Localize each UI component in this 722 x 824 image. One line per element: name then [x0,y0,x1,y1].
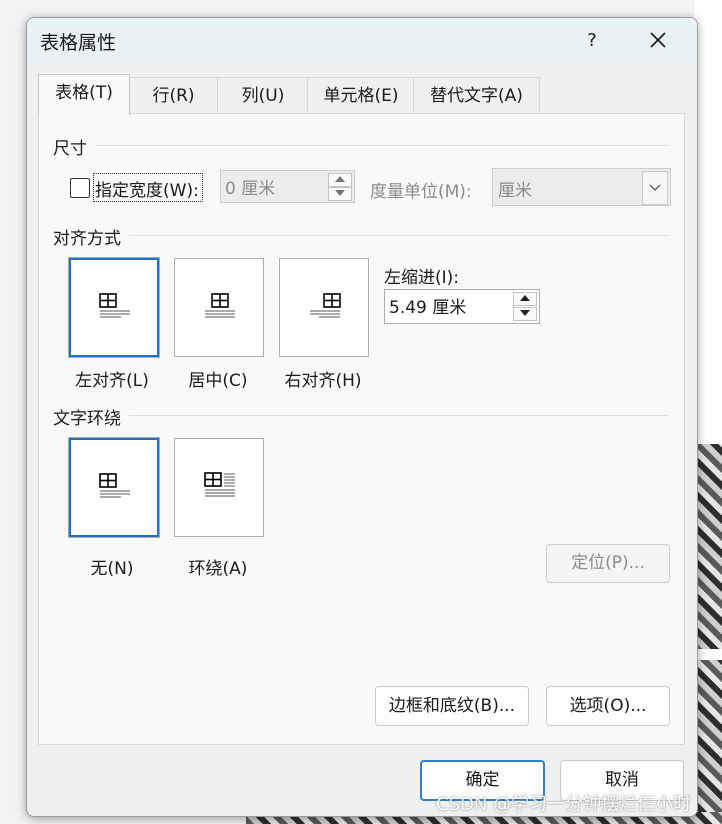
tab-column[interactable]: 列(U) [217,77,309,114]
align-right-icon [310,293,341,318]
unit-combobox[interactable]: 厘米 [492,168,671,206]
align-center-label: 居中(C) [188,371,248,391]
spin-down-button[interactable] [513,307,537,321]
title-bar: 表格属性 ? [27,18,697,64]
align-left-option[interactable] [69,258,159,357]
unit-label: 度量单位(M): [370,182,472,202]
close-button[interactable] [641,27,675,55]
chevron-down-icon [335,190,345,196]
spin-down-button[interactable] [328,187,352,201]
left-indent-spinbox[interactable]: 5.49 厘米 [384,289,540,324]
tab-table[interactable]: 表格(T) [38,74,130,115]
background-image [694,660,722,824]
table-properties-dialog: 表格属性 ? 表格(T) 行(R) 列(U) 单元格(E) 替代文字(A) 尺寸… [26,17,698,817]
close-icon [650,32,666,48]
dialog-title: 表格属性 [40,32,117,54]
wrap-none-option[interactable] [69,438,159,537]
chevron-up-icon [335,176,345,182]
help-button[interactable]: ? [575,27,609,55]
chevron-down-icon [520,310,530,316]
size-section-title: 尺寸 [53,139,87,159]
align-right-option[interactable] [279,258,369,357]
align-left-label: 左对齐(L) [75,371,149,391]
section-divider [95,145,669,146]
specify-width-checkbox[interactable] [70,178,90,198]
left-indent-value: 5.49 厘米 [389,298,467,318]
wrapping-section-title: 文字环绕 [53,409,121,429]
specify-width-label: 指定宽度(W): [95,181,199,201]
left-indent-label: 左缩进(I): [384,268,460,288]
wrap-none-icon [99,473,130,498]
tab-row[interactable]: 行(R) [128,77,219,114]
width-spinbox[interactable]: 0 厘米 [220,170,355,203]
position-button[interactable]: 定位(P)... [546,544,670,583]
wrap-around-option[interactable] [174,438,264,537]
wrap-around-label: 环绕(A) [188,559,248,579]
dropdown-button[interactable] [642,171,668,205]
borders-shading-button[interactable]: 边框和底纹(B)... [375,686,529,726]
table-tab-panel: 尺寸 指定宽度(W): 0 厘米 度量单位(M): 厘米 对齐方式 左对齐(L)… [38,113,685,745]
background-image [694,444,722,649]
chevron-down-icon [649,184,661,191]
spin-up-button[interactable] [513,292,537,306]
unit-value: 厘米 [498,181,532,201]
align-left-icon [99,293,130,318]
wrap-around-icon [204,472,235,497]
align-center-option[interactable] [174,258,264,357]
align-right-label: 右对齐(H) [284,371,362,391]
options-button[interactable]: 选项(O)... [546,686,670,726]
width-value: 0 厘米 [225,179,276,199]
section-divider [129,415,669,416]
wrap-none-label: 无(N) [90,559,134,579]
spin-up-button[interactable] [328,173,352,187]
watermark: CSDN @学习一分钟摆烂仨小时 [436,794,692,815]
tab-cell[interactable]: 单元格(E) [307,77,415,114]
section-divider [129,235,669,236]
tab-alt-text[interactable]: 替代文字(A) [413,77,540,114]
align-center-icon [205,293,235,318]
alignment-section-title: 对齐方式 [53,229,121,249]
chevron-up-icon [520,295,530,301]
